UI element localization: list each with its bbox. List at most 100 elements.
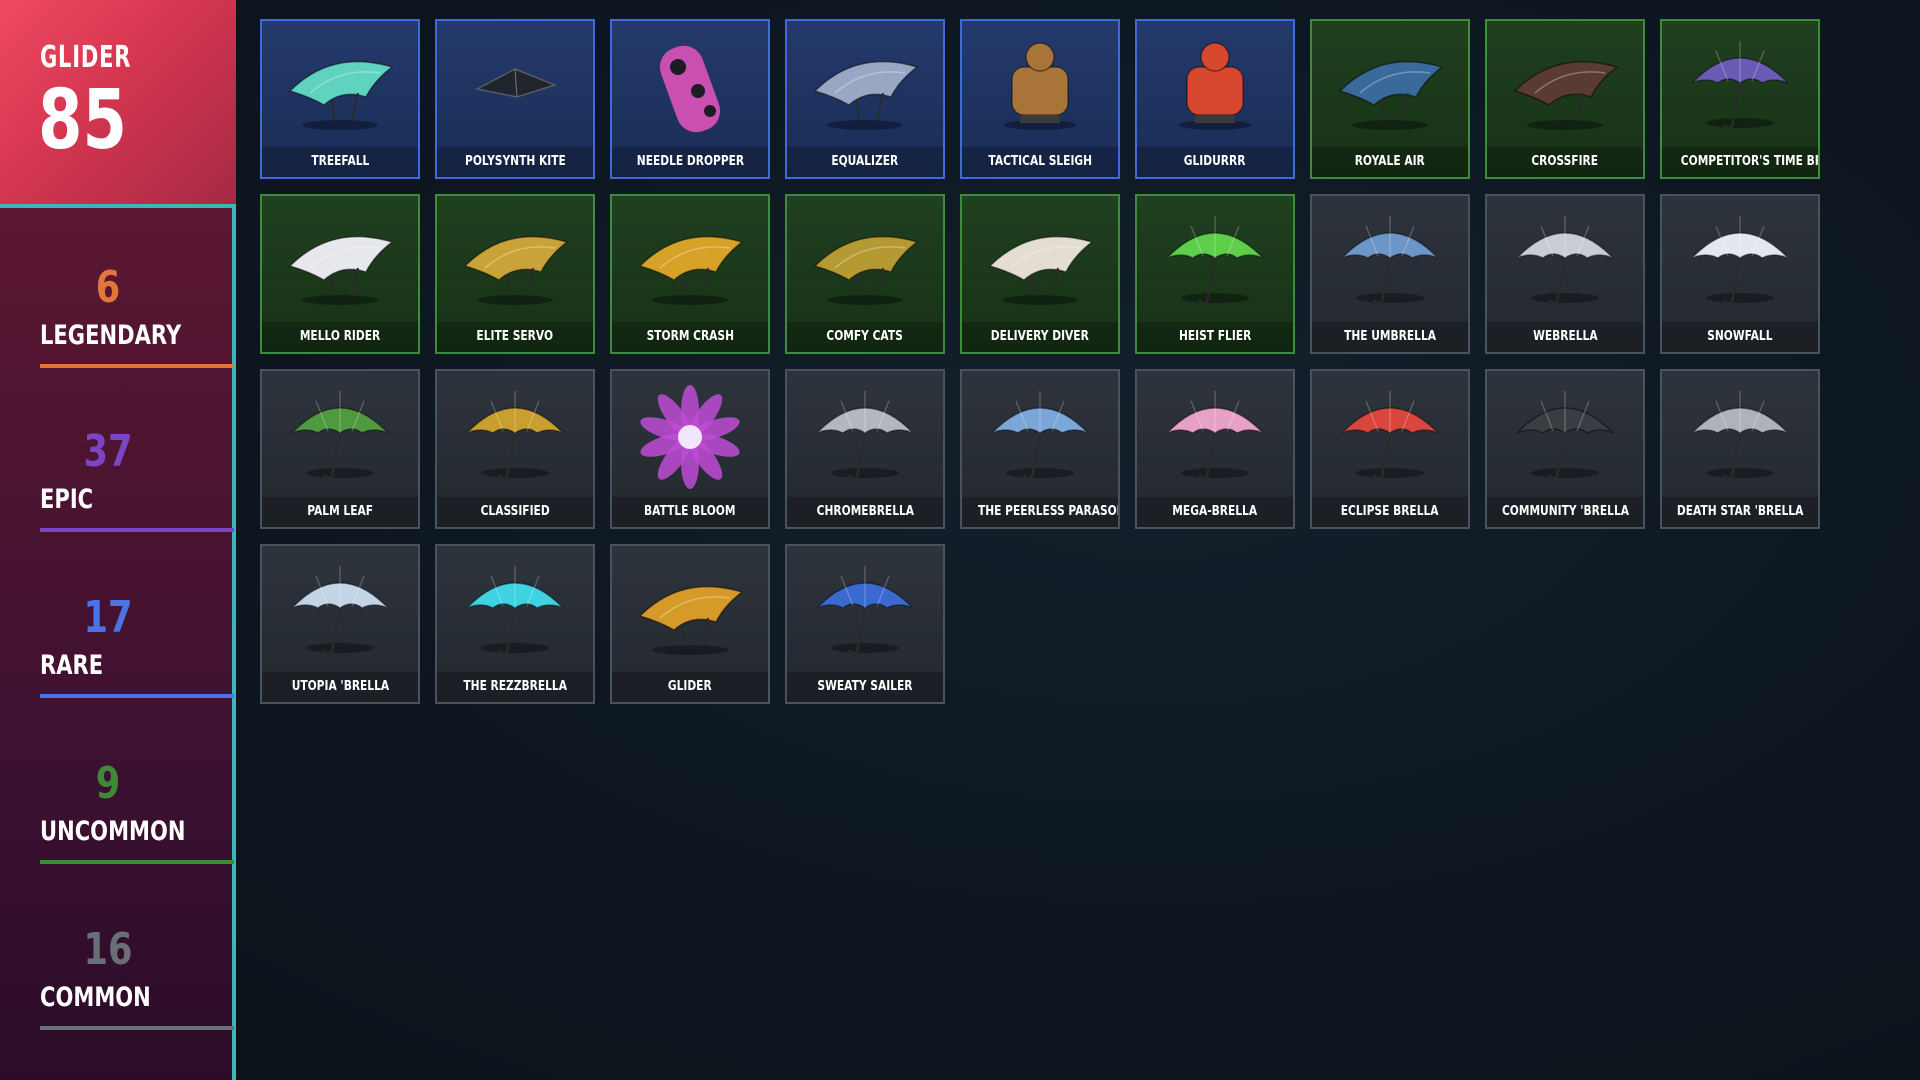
item-name: COMMUNITY 'BRELLA [1487, 497, 1643, 527]
item-name: CROSSFIRE [1487, 147, 1643, 177]
item-name-text: CLASSIFIED [480, 504, 550, 519]
item-name: MELLO RIDER [262, 322, 418, 352]
item-name-text: THE REZZBRELLA [463, 679, 567, 694]
item-tile[interactable]: GLIDURRR [1135, 19, 1295, 179]
item-name-text: TREEFALL [311, 154, 369, 169]
item-name: TREEFALL [262, 147, 418, 177]
item-name-text: EQUALIZER [831, 154, 899, 169]
item-tile[interactable]: ECLIPSE BRELLA [1310, 369, 1470, 529]
rarity-underline [40, 860, 234, 864]
item-tile[interactable]: CROSSFIRE [1485, 19, 1645, 179]
item-name: THE UMBRELLA [1312, 322, 1468, 352]
item-name: STORM CRASH [612, 322, 768, 352]
item-tile[interactable]: THE UMBRELLA [1310, 194, 1470, 354]
item-tile[interactable]: HEIST FLIER [1135, 194, 1295, 354]
item-name-text: THE UMBRELLA [1344, 329, 1436, 344]
rarity-count: 16 [83, 924, 133, 975]
rarity-count: 9 [95, 758, 121, 809]
item-tile[interactable]: ROYALE AIR [1310, 19, 1470, 179]
item-name-text: GLIDURRR [1184, 154, 1246, 169]
item-name-text: COMPETITOR'S TIME BRELLA [1680, 154, 1818, 169]
rarity-legendary[interactable]: 6 LEGENDARY [0, 262, 234, 392]
item-name: ECLIPSE BRELLA [1312, 497, 1468, 527]
item-name-text: MEGA-BRELLA [1172, 504, 1258, 519]
item-name-text: THE PEERLESS PARASOL [977, 504, 1120, 519]
item-tile[interactable]: GLIDER [610, 544, 770, 704]
item-name-text: COMMUNITY 'BRELLA [1501, 504, 1629, 519]
item-tile[interactable]: WEBRELLA [1485, 194, 1645, 354]
item-tile[interactable]: POLYSYNTH KITE [435, 19, 595, 179]
item-name: COMFY CATS [787, 322, 943, 352]
rarity-label: RARE [40, 650, 104, 681]
item-name-text: BATTLE BLOOM [644, 504, 736, 519]
rarity-rare[interactable]: 17 RARE [0, 592, 234, 722]
item-name: WEBRELLA [1487, 322, 1643, 352]
rarity-label: EPIC [40, 484, 94, 515]
item-name: DELIVERY DIVER [962, 322, 1118, 352]
item-tile[interactable]: TREEFALL [260, 19, 420, 179]
item-tile[interactable]: SWEATY SAILER [785, 544, 945, 704]
item-tile[interactable]: THE REZZBRELLA [435, 544, 595, 704]
item-tile[interactable]: TACTICAL SLEIGH [960, 19, 1120, 179]
item-name: UTOPIA 'BRELLA [262, 672, 418, 702]
rarity-underline [40, 694, 234, 698]
item-name: DEATH STAR 'BRELLA [1662, 497, 1818, 527]
item-tile[interactable]: STORM CRASH [610, 194, 770, 354]
item-name-text: DELIVERY DIVER [990, 329, 1090, 344]
item-name: MEGA-BRELLA [1137, 497, 1293, 527]
item-name-text: ROYALE AIR [1354, 154, 1426, 169]
item-name-text: ELITE SERVO [476, 329, 554, 344]
item-name-text: POLYSYNTH KITE [464, 154, 566, 169]
item-name: COMPETITOR'S TIME BRELLA [1662, 147, 1818, 177]
item-grid: TREEFALL POLYSYNTH KITE NEEDLE DROPPER EQUA… [260, 19, 1820, 704]
item-name: CHROMEBRELLA [787, 497, 943, 527]
item-name: TACTICAL SLEIGH [962, 147, 1118, 177]
item-name-text: STORM CRASH [646, 329, 734, 344]
item-name-text: GLIDER [668, 679, 712, 694]
item-tile[interactable]: COMFY CATS [785, 194, 945, 354]
rarity-uncommon[interactable]: 9 UNCOMMON [0, 758, 234, 888]
item-name: PALM LEAF [262, 497, 418, 527]
item-tile[interactable]: PALM LEAF [260, 369, 420, 529]
rarity-label: UNCOMMON [40, 816, 186, 847]
rarity-underline [40, 364, 234, 368]
item-tile[interactable]: CLASSIFIED [435, 369, 595, 529]
item-name-text: NEEDLE DROPPER [636, 154, 744, 169]
item-tile[interactable]: CHROMEBRELLA [785, 369, 945, 529]
item-tile[interactable]: NEEDLE DROPPER [610, 19, 770, 179]
item-tile[interactable]: MEGA-BRELLA [1135, 369, 1295, 529]
item-name-text: SWEATY SAILER [817, 679, 913, 694]
item-tile[interactable]: BATTLE BLOOM [610, 369, 770, 529]
item-tile[interactable]: DELIVERY DIVER [960, 194, 1120, 354]
item-tile[interactable]: UTOPIA 'BRELLA [260, 544, 420, 704]
rarity-count: 17 [83, 592, 133, 643]
item-name-text: ECLIPSE BRELLA [1341, 504, 1439, 519]
item-name-text: SNOWFALL [1707, 329, 1773, 344]
item-name-text: MELLO RIDER [299, 329, 381, 344]
rarity-underline [40, 1026, 234, 1030]
item-name-text: HEIST FLIER [1178, 329, 1252, 344]
item-name: SNOWFALL [1662, 322, 1818, 352]
rarity-common[interactable]: 16 COMMON [0, 924, 234, 1054]
item-tile[interactable]: EQUALIZER [785, 19, 945, 179]
item-tile[interactable]: THE PEERLESS PARASOL [960, 369, 1120, 529]
rarity-epic[interactable]: 37 EPIC [0, 426, 234, 556]
item-tile[interactable]: COMMUNITY 'BRELLA [1485, 369, 1645, 529]
item-name-text: TACTICAL SLEIGH [988, 154, 1092, 169]
item-name: ROYALE AIR [1312, 147, 1468, 177]
item-tile[interactable]: DEATH STAR 'BRELLA [1660, 369, 1820, 529]
item-name: GLIDER [612, 672, 768, 702]
item-name: SWEATY SAILER [787, 672, 943, 702]
item-tile[interactable]: MELLO RIDER [260, 194, 420, 354]
item-name: ELITE SERVO [437, 322, 593, 352]
item-tile[interactable]: ELITE SERVO [435, 194, 595, 354]
item-name-text: UTOPIA 'BRELLA [291, 679, 389, 694]
category-title: GLIDER [40, 40, 132, 75]
locker-screen: GLIDER 85 6 LEGENDARY 37 EPIC 17 RARE 9 … [0, 0, 1920, 1080]
item-tile[interactable]: COMPETITOR'S TIME BRELLA [1660, 19, 1820, 179]
rarity-sidebar: GLIDER 85 6 LEGENDARY 37 EPIC 17 RARE 9 … [0, 0, 236, 1080]
item-name: GLIDURRR [1137, 147, 1293, 177]
item-name: EQUALIZER [787, 147, 943, 177]
item-name: THE REZZBRELLA [437, 672, 593, 702]
item-tile[interactable]: SNOWFALL [1660, 194, 1820, 354]
